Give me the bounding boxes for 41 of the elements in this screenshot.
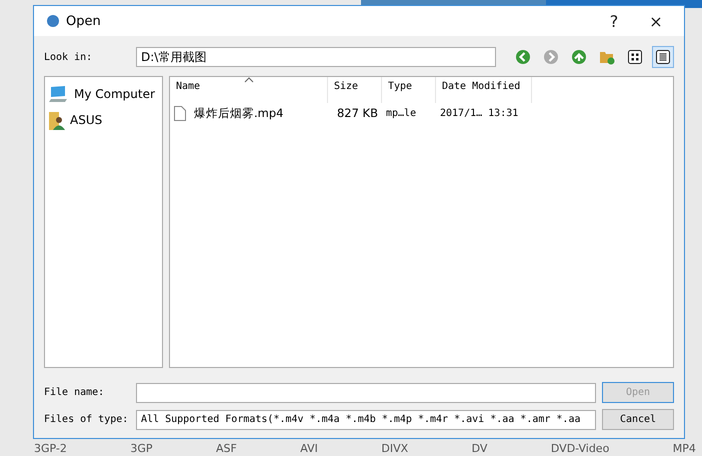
computer-icon bbox=[49, 85, 69, 103]
format-label: 3GP bbox=[130, 442, 153, 455]
help-button[interactable]: ? bbox=[596, 8, 632, 34]
sort-caret-icon bbox=[244, 77, 254, 83]
format-label: ASF bbox=[216, 442, 237, 455]
column-header: Date Modified bbox=[442, 81, 520, 92]
format-label: AVI bbox=[300, 442, 318, 455]
format-label: 3GP-2 bbox=[34, 442, 67, 455]
column-header: Name bbox=[176, 81, 200, 92]
close-button[interactable]: × bbox=[638, 8, 674, 34]
app-icon bbox=[46, 14, 60, 28]
window-title: Open bbox=[66, 14, 102, 28]
user-folder-icon bbox=[49, 110, 65, 130]
column-header: Type bbox=[388, 81, 412, 92]
file-name-field[interactable] bbox=[136, 382, 596, 402]
grid-view-icon bbox=[627, 49, 643, 65]
new-folder-icon bbox=[599, 49, 615, 65]
sidebar-item[interactable]: ASUS bbox=[70, 113, 102, 127]
file-icon bbox=[174, 106, 186, 120]
format-label: DV bbox=[472, 442, 488, 455]
column-header-cell[interactable]: Name bbox=[170, 77, 328, 103]
table-cell[interactable]: 爆炸后烟雾.mp4 bbox=[194, 106, 284, 120]
table-cell: 2017/1… 13:31 bbox=[440, 108, 518, 118]
column-header-cell[interactable]: Size bbox=[328, 77, 382, 103]
format-label: DIVX bbox=[381, 442, 408, 455]
table-cell: mp…le bbox=[386, 108, 416, 118]
list-view-icon bbox=[655, 49, 671, 65]
column-header-cell[interactable]: Type bbox=[382, 77, 436, 103]
format-label: DVD-Video bbox=[550, 442, 610, 455]
detail-view-button[interactable] bbox=[652, 46, 674, 68]
column-header-cell[interactable]: Date Modified bbox=[436, 77, 532, 103]
look-in-label: Look in: bbox=[44, 52, 94, 62]
file-name-label: File name: bbox=[44, 387, 106, 398]
file-type-label: Files of type: bbox=[44, 414, 130, 425]
cancel-button[interactable]: Cancel bbox=[602, 409, 674, 430]
table-cell: 827 KB bbox=[336, 106, 378, 120]
column-header: Size bbox=[334, 81, 358, 92]
sidebar-item[interactable]: My Computer bbox=[74, 87, 155, 101]
look-in-field[interactable]: D:\常用截图 bbox=[136, 47, 496, 67]
format-label: MP4 bbox=[672, 442, 696, 455]
file-type-field[interactable]: All Supported Formats(*.m4v *.m4a *.m4b *.m4p *.m4r *.avi *.aa *.amr *.aa bbox=[136, 410, 596, 430]
